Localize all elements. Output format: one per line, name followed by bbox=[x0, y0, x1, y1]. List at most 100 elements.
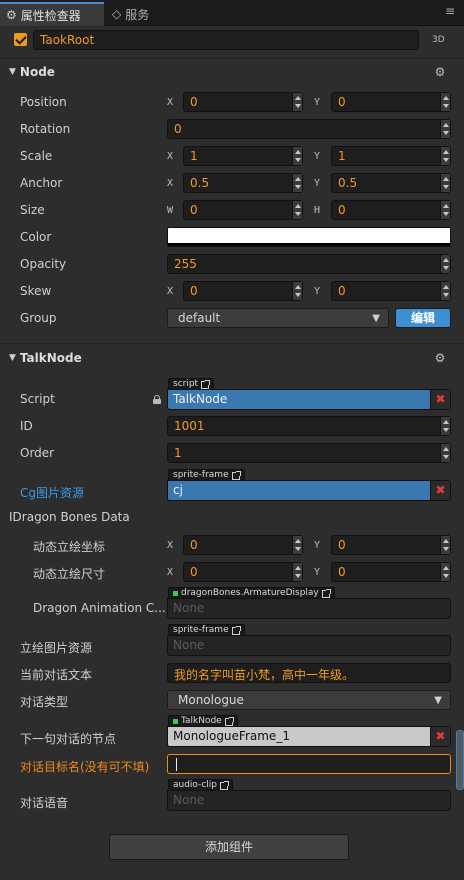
opacity-value: 255 bbox=[174, 257, 197, 271]
rotation-label: Rotation bbox=[20, 122, 71, 136]
size-h-input[interactable]: 0 bbox=[331, 200, 451, 220]
color-picker[interactable] bbox=[167, 227, 451, 247]
axis-x-label: X bbox=[167, 178, 174, 189]
dialog-text-input[interactable]: 我的名字叫苗小梵，高中一年级。 bbox=[167, 663, 451, 683]
anchor-x-spinner[interactable] bbox=[292, 174, 302, 192]
audio-label: 对话语音 bbox=[20, 796, 69, 810]
text-cursor bbox=[176, 758, 177, 771]
node-settings-gear-icon[interactable]: ⚙ bbox=[434, 66, 446, 78]
spinner[interactable] bbox=[440, 536, 450, 554]
group-label: Group bbox=[20, 311, 57, 325]
external-link-icon[interactable] bbox=[220, 780, 230, 790]
tab-services-label: 服务 bbox=[125, 7, 150, 22]
dialog-type-value: Monologue bbox=[178, 693, 244, 707]
dynamic-size-y-input[interactable]: 0 bbox=[331, 562, 451, 582]
audio-asset-field[interactable]: None bbox=[167, 790, 451, 811]
talknode-section-header[interactable]: ▼ TalkNode bbox=[0, 345, 464, 371]
anchor-label: Anchor bbox=[20, 176, 63, 190]
order-spinner[interactable] bbox=[440, 444, 450, 462]
scale-x-spinner[interactable] bbox=[292, 147, 302, 165]
position-y-spinner[interactable] bbox=[440, 93, 450, 111]
spinner[interactable] bbox=[292, 563, 302, 581]
dragon-anim-asset-field[interactable]: None bbox=[167, 598, 451, 619]
lock-icon bbox=[153, 395, 161, 404]
panel-menu-icon[interactable]: ≡ bbox=[444, 5, 456, 17]
external-link-icon[interactable] bbox=[321, 588, 331, 598]
target-input[interactable] bbox=[167, 754, 451, 774]
size-h-spinner[interactable] bbox=[440, 201, 450, 219]
skew-label: Skew bbox=[20, 284, 52, 298]
remove-x-icon[interactable]: ✖ bbox=[430, 390, 450, 409]
spinner[interactable] bbox=[292, 536, 302, 554]
external-link-icon[interactable] bbox=[231, 625, 241, 635]
scale-x-input[interactable]: 1 bbox=[183, 146, 303, 166]
pic-asset-field[interactable]: None bbox=[167, 635, 451, 656]
opacity-spinner[interactable] bbox=[440, 255, 450, 273]
dialog-type-select[interactable]: Monologue ▼ bbox=[167, 690, 451, 710]
diamond-icon: ◇ bbox=[112, 7, 122, 21]
mode-3d-toggle[interactable]: 3D bbox=[432, 35, 445, 45]
spinner[interactable] bbox=[440, 563, 450, 581]
dynamic-pos-y-input[interactable]: 0 bbox=[331, 535, 451, 555]
vertical-scrollbar[interactable] bbox=[456, 730, 464, 790]
dynamic-pos-x-input[interactable]: 0 bbox=[183, 535, 303, 555]
skew-y-input[interactable]: 0 bbox=[331, 281, 451, 301]
skew-y-spinner[interactable] bbox=[440, 282, 450, 300]
group-select[interactable]: default ▼ bbox=[167, 308, 389, 328]
target-label: 对话目标名(没有可不填) bbox=[20, 760, 150, 774]
axis-x-label: X bbox=[167, 151, 174, 162]
group-edit-button[interactable]: 编辑 bbox=[395, 308, 451, 328]
position-y-input[interactable]: 0 bbox=[331, 92, 451, 112]
dragon-group-label: IDragon Bones Data bbox=[9, 510, 130, 524]
scale-y-input[interactable]: 1 bbox=[331, 146, 451, 166]
rotation-spinner[interactable] bbox=[440, 120, 450, 138]
position-x-value: 0 bbox=[190, 95, 198, 109]
rotation-input[interactable]: 0 bbox=[167, 119, 451, 139]
skew-x-spinner[interactable] bbox=[292, 282, 302, 300]
rotation-value: 0 bbox=[174, 122, 182, 136]
dynamic-size-x-value: 0 bbox=[190, 565, 198, 579]
caret-down-icon: ▼ bbox=[434, 695, 442, 706]
size-w-input[interactable]: 0 bbox=[183, 200, 303, 220]
position-x-input[interactable]: 0 bbox=[183, 92, 303, 112]
id-spinner[interactable] bbox=[440, 417, 450, 435]
order-input[interactable]: 1 bbox=[167, 443, 451, 463]
node-name-input[interactable]: TaokRoot bbox=[33, 30, 419, 50]
collapse-arrow-icon: ▼ bbox=[9, 353, 16, 363]
talknode-settings-gear-icon[interactable]: ⚙ bbox=[434, 352, 446, 364]
node-active-checkbox[interactable] bbox=[14, 33, 27, 46]
anchor-x-value: 0.5 bbox=[190, 176, 210, 190]
node-section-header[interactable]: ▼ Node bbox=[0, 59, 464, 85]
anchor-y-input[interactable]: 0.5 bbox=[331, 173, 451, 193]
skew-x-input[interactable]: 0 bbox=[183, 281, 303, 301]
add-component-button[interactable]: 添加组件 bbox=[109, 834, 349, 860]
id-label: ID bbox=[20, 419, 33, 433]
axis-x-label: X bbox=[167, 540, 174, 551]
tab-inspector[interactable]: ⚙ 属性检查器 bbox=[0, 2, 104, 26]
cg-asset-field[interactable]: cj ✖ bbox=[167, 480, 451, 501]
script-asset-value: TalkNode bbox=[173, 392, 228, 406]
tab-services[interactable]: ◇ 服务 bbox=[106, 2, 176, 26]
id-input[interactable]: 1001 bbox=[167, 416, 451, 436]
pic-asset-value: None bbox=[173, 638, 205, 652]
size-w-value: 0 bbox=[190, 203, 198, 217]
remove-x-icon[interactable]: ✖ bbox=[430, 727, 450, 746]
opacity-input[interactable]: 255 bbox=[167, 254, 451, 274]
script-asset-field[interactable]: TalkNode ✖ bbox=[167, 389, 451, 410]
next-node-field[interactable]: MonologueFrame_1 ✖ bbox=[167, 726, 451, 747]
external-link-icon[interactable] bbox=[231, 470, 241, 480]
size-label: Size bbox=[20, 203, 45, 217]
external-link-icon[interactable] bbox=[201, 379, 211, 389]
scale-y-spinner[interactable] bbox=[440, 147, 450, 165]
axis-w-label: W bbox=[167, 205, 174, 216]
axis-y-label: Y bbox=[314, 540, 321, 551]
position-x-spinner[interactable] bbox=[292, 93, 302, 111]
dynamic-pos-x-value: 0 bbox=[190, 538, 198, 552]
dialog-text-value: 我的名字叫苗小梵，高中一年级。 bbox=[174, 668, 355, 682]
external-link-icon[interactable] bbox=[224, 716, 234, 726]
dynamic-size-x-input[interactable]: 0 bbox=[183, 562, 303, 582]
remove-x-icon[interactable]: ✖ bbox=[430, 481, 450, 500]
anchor-x-input[interactable]: 0.5 bbox=[183, 173, 303, 193]
size-w-spinner[interactable] bbox=[292, 201, 302, 219]
anchor-y-spinner[interactable] bbox=[440, 174, 450, 192]
